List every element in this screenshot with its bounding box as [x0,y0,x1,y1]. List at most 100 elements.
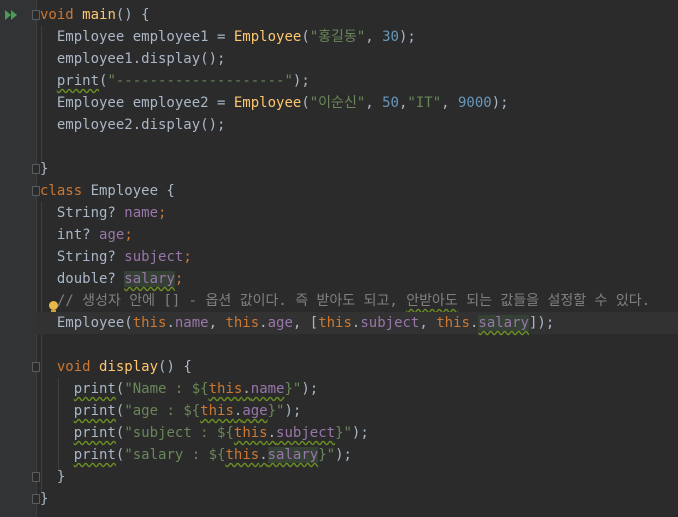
fold-marker-display-open[interactable] [32,362,40,372]
code-token: ; [124,227,133,243]
fold-marker-class-close[interactable] [32,494,40,504]
code-token: salary [267,447,319,463]
code-token: () { [158,359,192,375]
code-token: print [56,73,100,89]
code-token: 30 [382,29,399,45]
code-token: Employee { [90,183,175,199]
code-token: age [242,403,268,419]
code-line[interactable]: Employee(this.name, this.age, [this.subj… [36,312,678,334]
code-token: ; [183,249,192,265]
code-token: , [208,315,226,331]
code-token: salary [478,315,529,331]
code-token: 9000 [457,95,492,111]
code-token: , [419,315,437,331]
code-token: print [73,425,116,441]
code-token: 되는 값들을 설정할 수 있다. [457,293,651,309]
code-token: } [40,491,49,507]
code-line[interactable]: Employee employee2 = Employee("이순신", 50,… [40,92,678,114]
code-token: String? [40,205,125,221]
code-token: name [250,381,285,397]
code-token: subject [276,425,336,441]
code-line[interactable]: void display() { [40,356,678,378]
code-token: main [82,7,116,23]
code-token: age [99,227,125,243]
run-arrow-icon-second[interactable] [11,10,17,20]
fold-marker-main-close[interactable] [32,164,40,174]
code-line[interactable]: int? age; [40,224,678,246]
code-token: this [436,315,470,331]
code-token: salary [124,271,175,287]
code-token: , [365,29,383,45]
code-token: Employee employee1 = [40,29,234,45]
code-token: subject [360,315,420,331]
code-line[interactable]: } [40,488,678,510]
code-token: , [ [292,315,319,331]
code-line[interactable] [40,334,678,356]
code-line[interactable]: Employee employee1 = Employee("홍길동", 30)… [40,26,678,48]
code-line[interactable]: class Employee { [40,180,678,202]
code-token: } [40,161,49,177]
code-line[interactable]: } [40,466,678,488]
code-line[interactable]: print("salary : ${this.salary}"); [40,444,678,466]
code-token: void [40,7,83,23]
code-line[interactable]: void main() { [40,4,678,26]
code-token: . [267,425,277,441]
code-token: Employee employee2 = [40,95,234,111]
code-token: "age : ${ [124,403,201,419]
code-token: employee2.display(); [40,117,226,133]
code-token: ); [284,403,302,419]
code-area[interactable]: void main() { Employee employee1 = Emplo… [36,4,678,510]
code-token: print [73,447,116,463]
code-token: . [166,315,175,331]
code-token: Employee [233,95,302,111]
gutter-separator [36,0,37,517]
code-line[interactable]: print("Name : ${this.name}"); [40,378,678,400]
code-token: 안받아도 [406,293,458,309]
code-token: "이순신" [309,95,366,111]
code-token: . [259,315,268,331]
code-editor[interactable]: void main() { Employee employee1 = Emplo… [0,0,678,517]
code-token: this [132,315,167,331]
code-token: this [200,403,234,419]
code-line[interactable]: String? name; [40,202,678,224]
code-line[interactable]: } [40,158,678,180]
code-token: ); [335,447,352,463]
code-token: this [225,447,260,463]
code-line[interactable]: print("subject : ${this.subject}"); [40,422,678,444]
code-line[interactable]: employee1.display(); [40,48,678,70]
editor-gutter [0,0,36,517]
code-line[interactable] [40,136,678,158]
code-token: void [56,359,100,375]
code-token: () { [115,7,150,23]
code-line[interactable]: String? subject; [40,246,678,268]
code-token: , [441,95,458,111]
fold-marker-class-open[interactable] [32,186,40,196]
code-token: ); [292,73,310,89]
code-token: }" [335,425,352,441]
code-token: this [318,315,352,331]
code-line[interactable]: double? salary; [40,268,678,290]
code-line[interactable]: print("--------------------"); [40,70,678,92]
code-token: }" [318,447,336,463]
code-token: double? [40,271,125,287]
code-line[interactable]: print("age : ${this.age}"); [40,400,678,422]
code-token: "--------------------" [107,73,293,89]
code-token: employee1.display(); [40,51,226,67]
code-token: print [73,381,116,397]
fold-marker-display-close[interactable] [32,472,40,482]
fold-marker-main-open[interactable] [32,10,40,20]
code-token: int? [40,227,100,243]
code-token: ]); [528,315,555,331]
code-token: this [225,315,260,331]
code-token: . [242,381,251,397]
code-token: } [40,469,66,485]
code-line[interactable]: employee2.display(); [40,114,678,136]
code-line[interactable]: // 생성자 안에 [] - 옵션 값이다. 즉 받아도 되고, 안받아도 되는… [40,290,678,312]
code-token: subject [124,249,184,265]
code-token: print [73,403,116,419]
